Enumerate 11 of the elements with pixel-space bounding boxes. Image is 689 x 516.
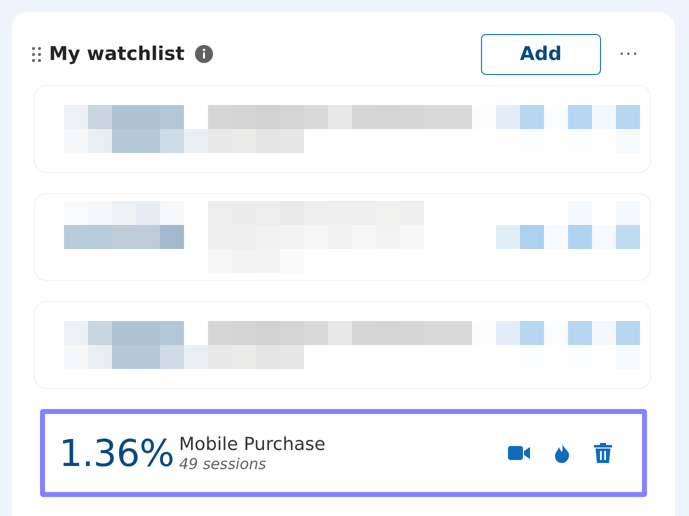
add-button[interactable]: Add (480, 34, 601, 74)
more-button[interactable]: ··· (612, 42, 645, 66)
drag-handle-icon[interactable] (32, 46, 41, 62)
flame-icon[interactable] (554, 443, 570, 463)
trash-icon[interactable] (594, 443, 612, 463)
panel-title: My watchlist (49, 43, 185, 65)
session-count: 49 sessions (179, 454, 268, 472)
metric-value: 1.36% (59, 432, 176, 474)
info-icon[interactable] (194, 45, 213, 63)
metric-name: Mobile Purchase (179, 434, 327, 454)
video-icon[interactable] (508, 445, 530, 461)
